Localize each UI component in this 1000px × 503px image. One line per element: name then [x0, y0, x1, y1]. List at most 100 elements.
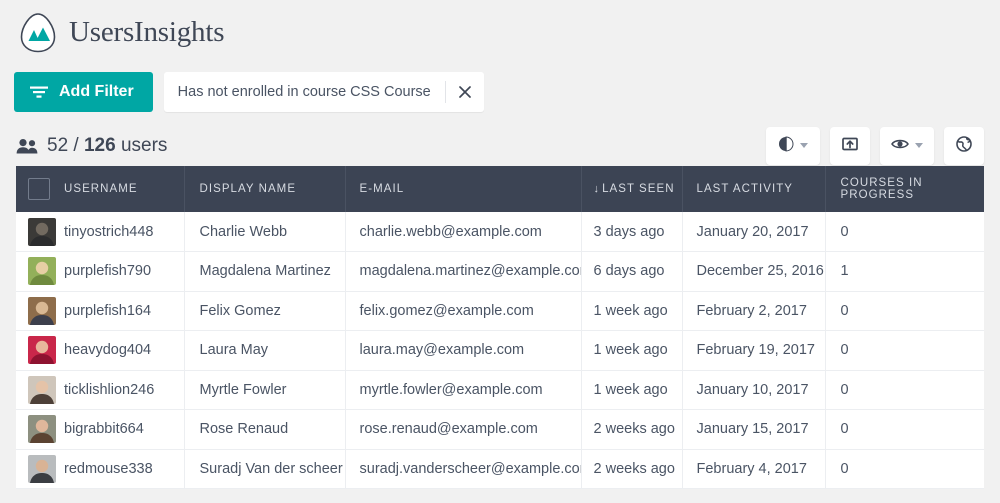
- cell-username[interactable]: redmouse338: [64, 449, 185, 489]
- cell-last-seen: 1 week ago: [581, 370, 683, 410]
- map-button[interactable]: [944, 126, 984, 165]
- row-avatar-cell: [16, 449, 64, 489]
- cell-courses-in-progress: 0: [825, 291, 984, 331]
- globe-icon: [956, 136, 972, 155]
- count-total: 126: [83, 134, 116, 156]
- active-filter-chip[interactable]: Has not enrolled in course CSS Course: [163, 72, 484, 112]
- count-shown: 52: [47, 134, 69, 156]
- export-icon: [842, 136, 858, 155]
- avatar: [28, 336, 64, 365]
- cell-display-name: Laura May: [184, 330, 346, 371]
- column-header-last-seen-label: LAST SEEN: [602, 183, 675, 195]
- table-row[interactable]: heavydog404 Laura May laura.may@example.co…: [16, 330, 984, 371]
- table-tools: [766, 126, 984, 165]
- column-header-last-activity[interactable]: LAST ACTIVITY: [682, 166, 826, 212]
- cell-last-seen: 1 week ago: [581, 330, 683, 371]
- cell-last-activity: January 15, 2017: [682, 409, 826, 450]
- select-all-cell: [16, 166, 64, 212]
- results-toolbar: 52 / 126 users: [0, 108, 1000, 166]
- chevron-down-icon: [800, 143, 808, 148]
- column-header-email[interactable]: E-MAIL: [345, 166, 582, 212]
- cell-email: laura.may@example.com: [345, 330, 582, 371]
- table-body: tinyostrich448 Charlie Webb charlie.webb@e…: [16, 212, 984, 489]
- row-avatar-cell: [16, 212, 64, 252]
- cell-last-seen: 1 week ago: [581, 291, 683, 331]
- table-row[interactable]: purplefish164 Felix Gomez felix.gomez@exam…: [16, 291, 984, 331]
- cell-last-activity: January 10, 2017: [682, 370, 826, 410]
- cell-email: suradj.vanderscheer@example.com: [345, 449, 582, 489]
- cell-last-activity: January 20, 2017: [682, 212, 826, 252]
- table-header-row: USERNAME DISPLAY NAME E-MAIL ↓ LAST SEEN …: [16, 166, 984, 212]
- row-avatar-cell: [16, 330, 64, 371]
- cell-display-name: Magdalena Martinez: [184, 251, 346, 292]
- cell-last-activity: February 2, 2017: [682, 291, 826, 331]
- row-avatar-cell: [16, 251, 64, 292]
- charts-button[interactable]: [766, 126, 820, 165]
- users-insights-page: UsersInsights Add Filter Has not enrolle…: [0, 0, 1000, 503]
- table-row[interactable]: purplefish790 Magdalena Martinez magdalena…: [16, 251, 984, 292]
- close-icon[interactable]: [446, 72, 484, 112]
- column-header-courses-in-progress[interactable]: COURSES IN PROGRESS: [825, 166, 984, 212]
- mountain-logo-icon: [16, 11, 60, 55]
- cell-last-seen: 3 days ago: [581, 212, 683, 252]
- cell-username[interactable]: bigrabbit664: [64, 409, 185, 450]
- table-row[interactable]: redmouse338 Suradj Van der scheer suradj.v…: [16, 449, 984, 489]
- cell-last-seen: 2 weeks ago: [581, 449, 683, 489]
- cell-courses-in-progress: 0: [825, 212, 984, 252]
- add-filter-label: Add Filter: [59, 83, 134, 100]
- cell-display-name: Rose Renaud: [184, 409, 346, 450]
- cell-username[interactable]: purplefish164: [64, 291, 185, 331]
- column-header-username[interactable]: USERNAME: [64, 166, 185, 212]
- table-row[interactable]: tinyostrich448 Charlie Webb charlie.webb@e…: [16, 212, 984, 252]
- users-icon: [16, 138, 38, 154]
- user-count-text: 52 / 126 users: [47, 135, 167, 157]
- avatar: [28, 296, 64, 325]
- cell-username[interactable]: purplefish790: [64, 251, 185, 292]
- pie-chart-icon: [778, 136, 794, 155]
- avatar: [28, 217, 64, 246]
- eye-icon: [891, 138, 909, 153]
- cell-email: rose.renaud@example.com: [345, 409, 582, 450]
- filter-icon: [30, 85, 48, 99]
- cell-display-name: Charlie Webb: [184, 212, 346, 252]
- cell-courses-in-progress: 0: [825, 449, 984, 489]
- users-table: USERNAME DISPLAY NAME E-MAIL ↓ LAST SEEN …: [16, 166, 984, 489]
- select-all-checkbox[interactable]: [28, 178, 50, 200]
- count-suffix: users: [120, 134, 168, 156]
- brand-header: UsersInsights: [0, 0, 1000, 56]
- cell-display-name: Myrtle Fowler: [184, 370, 346, 410]
- cell-last-seen: 2 weeks ago: [581, 409, 683, 450]
- cell-email: charlie.webb@example.com: [345, 212, 582, 252]
- cell-username[interactable]: heavydog404: [64, 330, 185, 371]
- cell-email: felix.gomez@example.com: [345, 291, 582, 331]
- export-button[interactable]: [830, 126, 870, 165]
- cell-email: magdalena.martinez@example.com: [345, 251, 582, 292]
- cell-courses-in-progress: 1: [825, 251, 984, 292]
- cell-courses-in-progress: 0: [825, 330, 984, 371]
- cell-display-name: Suradj Van der scheer: [184, 449, 346, 489]
- row-avatar-cell: [16, 409, 64, 450]
- cell-last-seen: 6 days ago: [581, 251, 683, 292]
- chevron-down-icon: [915, 143, 923, 148]
- cell-last-activity: February 4, 2017: [682, 449, 826, 489]
- row-avatar-cell: [16, 370, 64, 410]
- cell-last-activity: February 19, 2017: [682, 330, 826, 371]
- table-row[interactable]: ticklishlion246 Myrtle Fowler myrtle.fowle…: [16, 370, 984, 410]
- row-avatar-cell: [16, 291, 64, 331]
- cell-username[interactable]: ticklishlion246: [64, 370, 185, 410]
- filter-bar: Add Filter Has not enrolled in course CS…: [0, 56, 1000, 112]
- count-separator: /: [73, 134, 79, 156]
- active-filter-label: Has not enrolled in course CSS Course: [177, 84, 431, 100]
- users-table-wrap: USERNAME DISPLAY NAME E-MAIL ↓ LAST SEEN …: [0, 166, 1000, 489]
- avatar: [28, 415, 64, 444]
- cell-last-activity: December 25, 2016: [682, 251, 826, 292]
- table-row[interactable]: bigrabbit664 Rose Renaud rose.renaud@examp…: [16, 409, 984, 450]
- avatar: [28, 375, 64, 404]
- column-header-last-seen[interactable]: ↓ LAST SEEN: [581, 166, 683, 212]
- visibility-button[interactable]: [880, 126, 934, 165]
- cell-courses-in-progress: 0: [825, 409, 984, 450]
- add-filter-button[interactable]: Add Filter: [14, 72, 153, 112]
- column-header-display-name[interactable]: DISPLAY NAME: [184, 166, 346, 212]
- cell-username[interactable]: tinyostrich448: [64, 212, 185, 252]
- avatar: [28, 454, 64, 483]
